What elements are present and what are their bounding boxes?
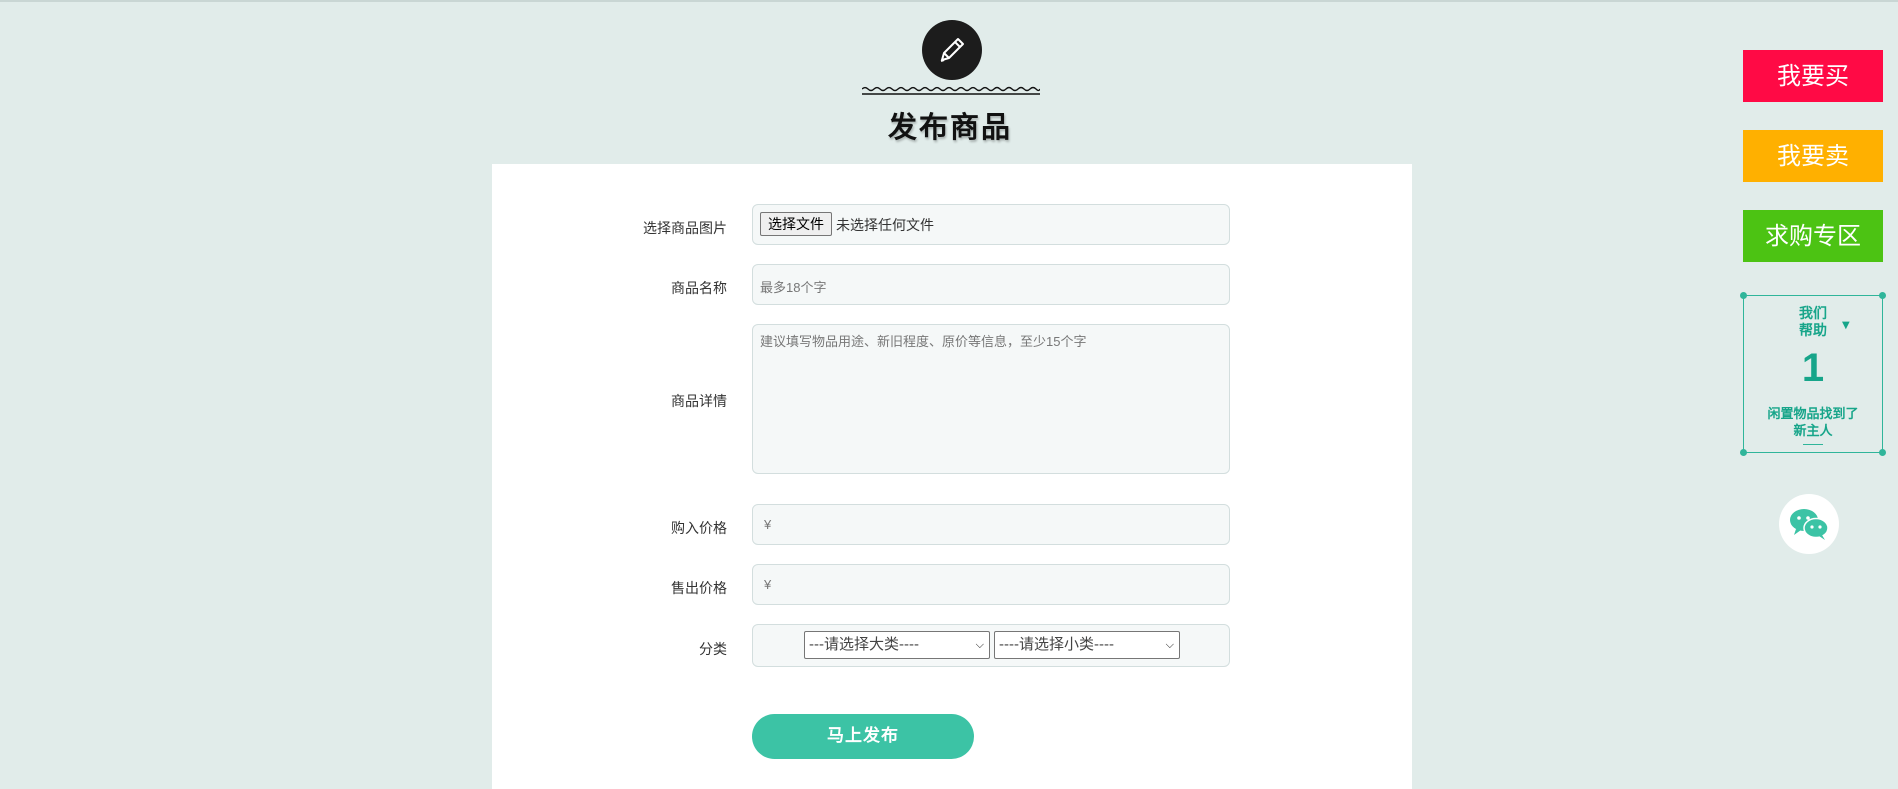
sell-price-input[interactable]: ¥ <box>752 564 1230 605</box>
help-underline <box>1803 444 1823 445</box>
publish-form-panel: 选择商品图片 选择文件 未选择任何文件 商品名称 最多18个字 商品详情 建议填… <box>492 164 1412 789</box>
publish-button[interactable]: 马上发布 <box>752 714 974 759</box>
help-stats-card: 我们 帮助 ▼ 1 闲置物品找到了 新主人 <box>1740 292 1886 456</box>
name-label: 商品名称 <box>671 280 727 296</box>
name-input[interactable]: 最多18个字 <box>752 264 1230 305</box>
sell-price-prefix: ¥ <box>764 577 772 592</box>
pencil-icon <box>922 20 982 80</box>
image-file-field: 选择文件 未选择任何文件 <box>752 204 1230 245</box>
help-heading-line1: 我们 <box>1799 306 1827 322</box>
category-field: ---请选择大类---- ⌵ ----请选择小类---- ⌵ <box>752 624 1230 667</box>
minor-category-select[interactable]: ----请选择小类---- ⌵ <box>994 631 1180 659</box>
top-border <box>0 0 1898 2</box>
sell-price-label: 售出价格 <box>671 580 727 596</box>
category-label: 分类 <box>699 641 727 657</box>
help-count: 1 <box>1801 346 1825 390</box>
buy-button[interactable]: 我要买 <box>1743 50 1883 102</box>
sell-button[interactable]: 我要卖 <box>1743 130 1883 182</box>
chevron-down-icon: ⌵ <box>1165 639 1174 651</box>
help-heading: 我们 帮助 <box>1744 306 1882 340</box>
name-placeholder: 最多18个字 <box>760 280 827 295</box>
buy-price-input[interactable]: ¥ <box>752 504 1230 545</box>
wave-divider <box>862 86 1040 95</box>
buy-price-label: 购入价格 <box>671 520 727 536</box>
major-category-select[interactable]: ---请选择大类---- ⌵ <box>804 631 990 659</box>
image-label: 选择商品图片 <box>643 220 727 236</box>
chevron-down-icon: ⌵ <box>975 639 984 651</box>
major-category-value: ---请选择大类---- <box>809 636 919 653</box>
request-zone-button[interactable]: 求购专区 <box>1743 210 1883 262</box>
detail-placeholder: 建议填写物品用途、新旧程度、原价等信息，至少15个字 <box>760 334 1087 349</box>
minor-category-value: ----请选择小类---- <box>999 636 1114 653</box>
detail-label: 商品详情 <box>671 393 727 409</box>
help-caption: 闲置物品找到了 新主人 <box>1744 406 1882 440</box>
corner-dot <box>1879 449 1886 456</box>
corner-dot <box>1879 292 1886 299</box>
wechat-icon[interactable] <box>1779 494 1839 554</box>
triangle-down-icon: ▼ <box>1842 320 1850 331</box>
file-status: 未选择任何文件 <box>836 217 934 233</box>
detail-textarea[interactable]: 建议填写物品用途、新旧程度、原价等信息，至少15个字 <box>752 324 1230 474</box>
help-caption-line1: 闲置物品找到了 <box>1767 407 1859 422</box>
help-heading-line2: 帮助 <box>1799 323 1827 339</box>
corner-dot <box>1740 449 1747 456</box>
choose-file-button[interactable]: 选择文件 <box>760 212 832 236</box>
buy-price-prefix: ¥ <box>764 517 772 532</box>
corner-dot <box>1740 292 1747 299</box>
page-title: 发布商品 <box>887 110 1012 144</box>
help-caption-line2: 新主人 <box>1793 424 1833 439</box>
